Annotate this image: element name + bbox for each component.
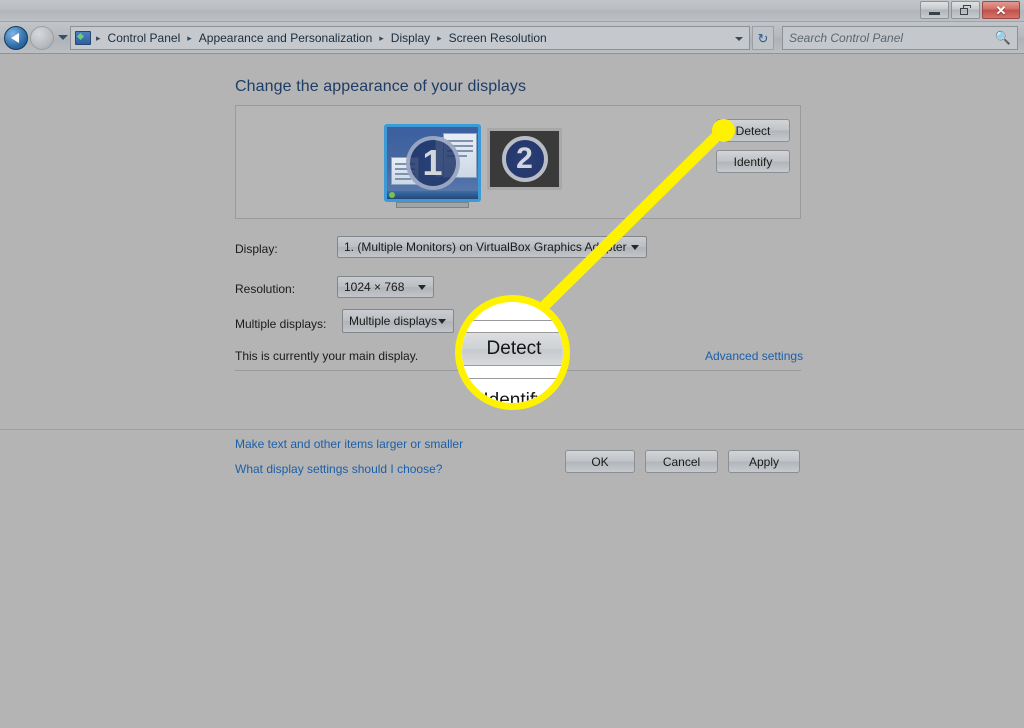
window-controls: ✕ [920, 1, 1020, 19]
display-select-value: 1. (Multiple Monitors) on VirtualBox Gra… [344, 240, 627, 254]
forward-button[interactable] [30, 26, 54, 50]
refresh-icon: ↻ [757, 30, 769, 46]
identify-button-label: Identify [733, 154, 773, 169]
breadcrumb-separator: ▸ [96, 32, 101, 43]
cancel-button[interactable]: Cancel [645, 450, 718, 473]
magnified-identify-label: Identify [483, 390, 545, 403]
display-label: Display: [235, 242, 278, 256]
identify-button[interactable]: Identify [716, 150, 790, 173]
breadcrumb-item-control-panel[interactable]: Control Panel [106, 31, 183, 45]
make-text-larger-link[interactable]: Make text and other items larger or smal… [235, 437, 463, 451]
detect-button-label: Detect [735, 123, 771, 138]
breadcrumb-separator: ▸ [187, 32, 192, 43]
ok-button[interactable]: OK [565, 450, 635, 473]
callout-target-dot [712, 119, 735, 142]
magnifier-callout: Detect Identify [455, 295, 570, 410]
breadcrumb-item-screen-resolution[interactable]: Screen Resolution [447, 31, 549, 45]
advanced-settings-link[interactable]: Advanced settings [705, 349, 803, 363]
minimize-button[interactable] [920, 1, 949, 19]
chevron-down-icon [631, 245, 639, 250]
monitor-1-stand [396, 202, 469, 208]
multiple-displays-select[interactable]: Multiple displays [342, 309, 454, 333]
what-settings-link[interactable]: What display settings should I choose? [235, 462, 442, 476]
close-icon: ✕ [995, 2, 1007, 18]
history-dropdown-icon[interactable] [58, 35, 68, 40]
back-arrow-icon [11, 33, 19, 43]
breadcrumb-dropdown-icon[interactable] [735, 37, 743, 41]
chevron-down-icon [418, 285, 426, 290]
magnified-identify-button: Identify [462, 390, 563, 403]
monitor-2-thumbnail[interactable]: 2 [487, 128, 562, 190]
multiple-displays-select-value: Multiple displays [349, 314, 438, 328]
monitor-2-number: 2 [501, 136, 548, 182]
ok-button-label: OK [591, 454, 609, 469]
search-placeholder: Search Control Panel [789, 31, 904, 45]
search-icon: 🔍 [994, 30, 1011, 45]
apply-button[interactable]: Apply [728, 450, 800, 473]
control-panel-icon [75, 31, 91, 45]
mini-start-orb-icon [389, 192, 395, 198]
resolution-select-value: 1024 × 768 [344, 280, 405, 294]
magnified-detect-button: Detect [462, 332, 563, 366]
resolution-label: Resolution: [235, 282, 296, 296]
restore-icon [960, 5, 971, 15]
magnifier-content: Detect Identify [462, 302, 563, 403]
search-input[interactable]: Search Control Panel 🔍 [782, 26, 1018, 50]
footer-divider [0, 429, 1024, 430]
breadcrumb[interactable]: ▸ Control Panel ▸ Appearance and Persona… [70, 26, 750, 50]
cancel-button-label: Cancel [662, 454, 701, 469]
breadcrumb-item-display[interactable]: Display [389, 31, 432, 45]
display-select[interactable]: 1. (Multiple Monitors) on VirtualBox Gra… [337, 236, 647, 258]
breadcrumb-separator: ▸ [437, 32, 442, 43]
apply-button-label: Apply [748, 454, 780, 469]
address-bar: ▸ Control Panel ▸ Appearance and Persona… [0, 22, 1024, 54]
breadcrumb-separator: ▸ [379, 32, 384, 43]
minimize-icon [929, 12, 940, 15]
resolution-select[interactable]: 1024 × 768 [337, 276, 434, 298]
title-bar: ✕ [0, 0, 1024, 22]
back-button[interactable] [4, 26, 28, 50]
restore-button[interactable] [951, 1, 980, 19]
breadcrumb-item-appearance[interactable]: Appearance and Personalization [197, 31, 374, 45]
chevron-down-icon [438, 319, 446, 324]
refresh-button[interactable]: ↻ [752, 26, 774, 50]
multiple-displays-label: Multiple displays: [235, 317, 327, 331]
mini-taskbar [387, 191, 478, 199]
monitor-1-number: 1 [405, 136, 460, 190]
close-button[interactable]: ✕ [982, 1, 1020, 19]
main-display-note: This is currently your main display. [235, 349, 419, 363]
page-title: Change the appearance of your displays [235, 78, 527, 95]
monitor-1-thumbnail[interactable]: 1 [384, 124, 481, 202]
magnified-detect-label: Detect [486, 338, 542, 359]
